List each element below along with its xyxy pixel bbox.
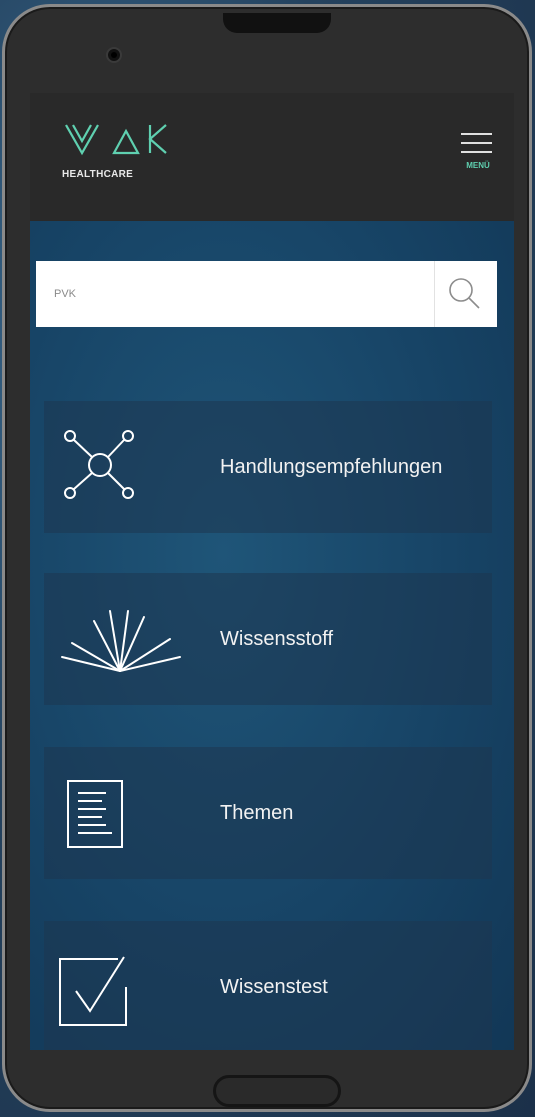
tile-label: Wissenstest [220, 976, 328, 998]
network-icon [60, 427, 140, 507]
tile-label: Themen [220, 802, 294, 824]
phone-speaker [223, 13, 331, 33]
menu-label: MENÜ [466, 161, 490, 170]
checkbox-icon [58, 951, 138, 1031]
tile-label: Wissensstoff [220, 628, 333, 650]
hamburger-icon-bar [461, 142, 492, 144]
tile-handlungsempfehlungen[interactable]: Handlungsempfehlungen [44, 401, 492, 533]
app-header: HEALTHCARE MENÜ [30, 93, 514, 221]
home-button[interactable] [213, 1075, 341, 1107]
tile-themen[interactable]: Themen [44, 747, 492, 879]
tile-label: Handlungsempfehlungen [220, 456, 443, 478]
camera-icon [106, 47, 122, 63]
search-button[interactable] [434, 261, 497, 327]
logo-subtitle: HEALTHCARE [62, 169, 134, 180]
document-icon [66, 773, 146, 853]
logo[interactable]: HEALTHCARE [62, 121, 172, 185]
tile-wissenstest[interactable]: Wissenstest [44, 921, 492, 1050]
search-bar [36, 261, 497, 327]
tile-wissensstoff[interactable]: Wissensstoff [44, 573, 492, 705]
open-book-rays-icon [58, 599, 188, 679]
menu-button[interactable]: MENÜ [458, 131, 498, 181]
vak-logo-mark-icon [65, 124, 167, 156]
main-content: Handlungsempfehlungen [30, 221, 514, 1050]
app-screen: HEALTHCARE MENÜ PVK Handlungsempfehlunge… [30, 93, 514, 1050]
search-input[interactable] [36, 261, 434, 327]
search-icon [449, 278, 480, 309]
hamburger-icon-bar [461, 151, 492, 153]
hamburger-icon [461, 133, 492, 135]
